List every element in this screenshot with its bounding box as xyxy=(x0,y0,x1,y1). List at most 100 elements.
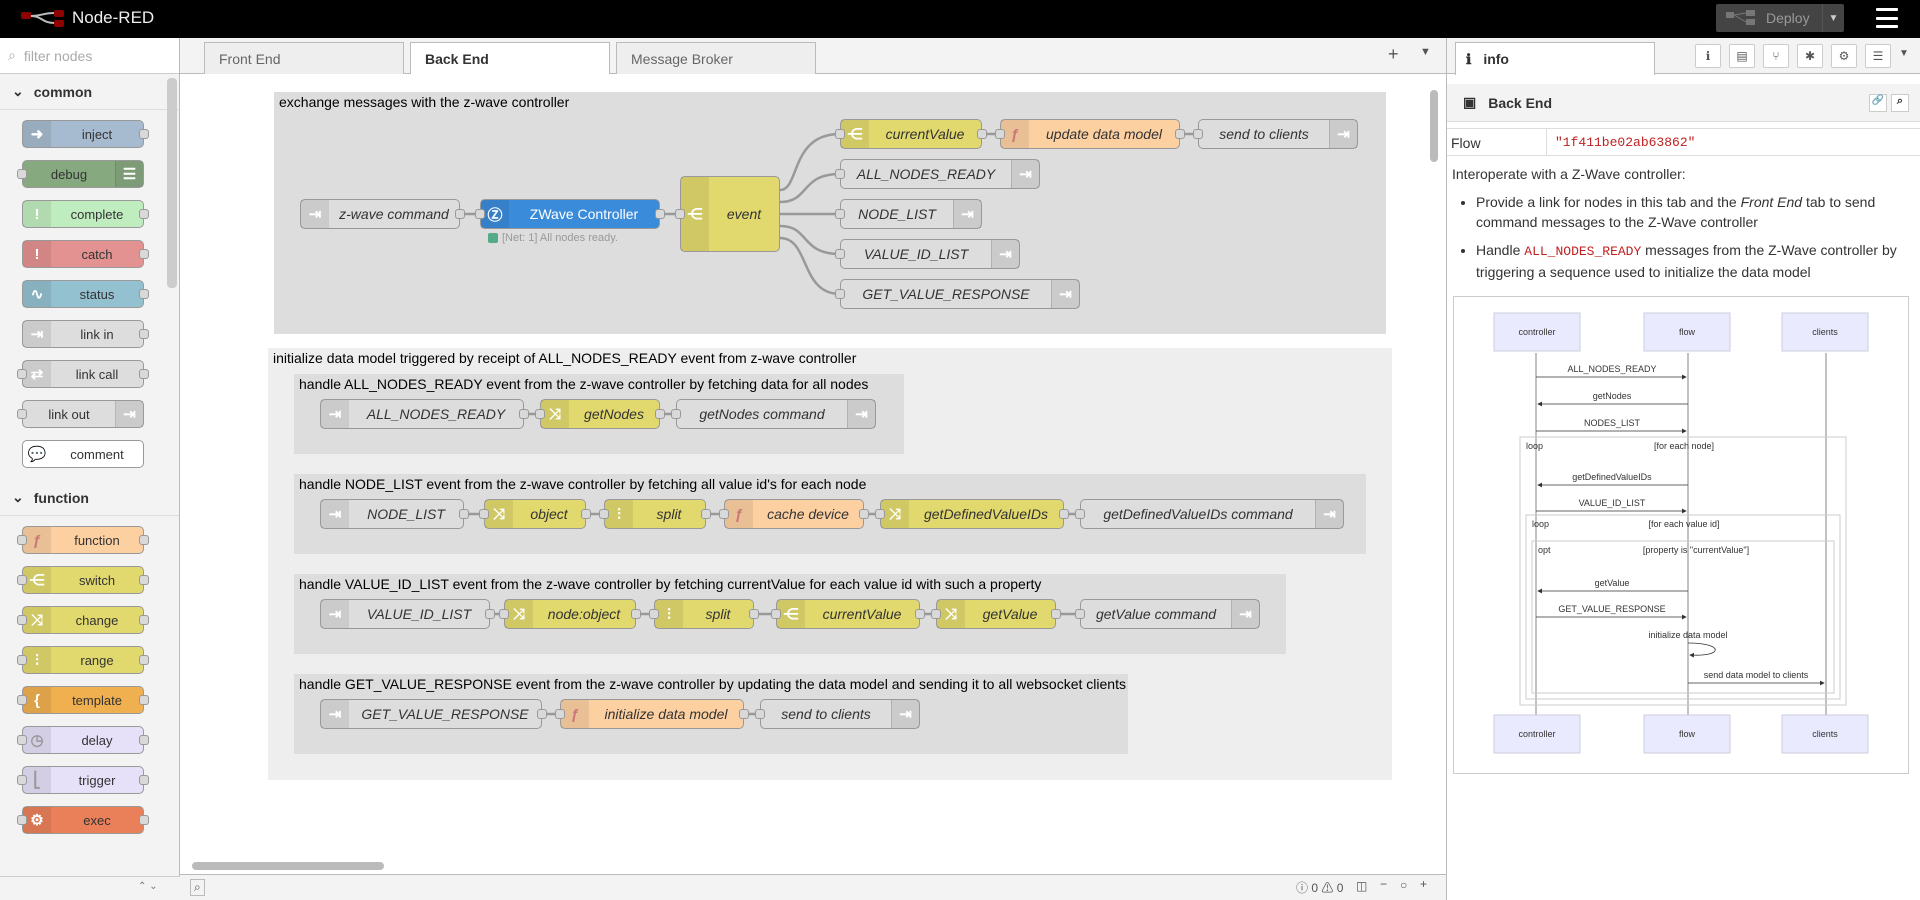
palette-node-trigger[interactable]: ⎣ trigger xyxy=(17,766,149,794)
node-value-id-list-out[interactable]: VALUE_ID_LIST ⇥ xyxy=(835,239,1020,269)
error-count[interactable]: ⓘ 0 ⚠ 0 xyxy=(1296,879,1343,896)
tab-message-broker[interactable]: Message Broker xyxy=(616,42,816,74)
palette-node-change[interactable]: ⤨ change xyxy=(17,606,149,634)
deploy-icon xyxy=(1726,10,1755,25)
link-out-icon: ⇥ xyxy=(1011,160,1039,188)
node-getdefinedvalueids-change[interactable]: ⤨ getDefinedValueIDs xyxy=(875,499,1069,529)
switch-icon: ⋲ xyxy=(681,177,709,251)
node-label: catch xyxy=(81,246,113,262)
zoom-in-icon[interactable]: + xyxy=(1420,877,1427,891)
change-icon: ⤨ xyxy=(485,500,513,528)
node-node-list-in[interactable]: ⇥ NODE_LIST xyxy=(320,499,469,529)
node-all-nodes-ready-in[interactable]: ⇥ ALL_NODES_READY xyxy=(320,399,529,429)
palette-footer: ⌃ ⌄ xyxy=(0,876,180,900)
sidebar-tabs: ℹ info ℹ ▤ ⑂ ✱ ⚙ ☰ ▼ xyxy=(1447,38,1920,75)
change-icon: ⤨ xyxy=(881,500,909,528)
palette-node-delay[interactable]: ◷ delay xyxy=(17,726,149,754)
zoom-reset-icon[interactable]: ○ xyxy=(1400,878,1407,892)
palette-node-function[interactable]: ƒ function xyxy=(17,526,149,554)
main-menu-icon[interactable] xyxy=(1876,8,1898,28)
git-branch-icon[interactable]: ⑂ xyxy=(1763,44,1789,68)
palette-category-common[interactable]: ⌄ common xyxy=(0,74,179,110)
node-split[interactable]: ⫶ split xyxy=(599,499,711,529)
palette-node-link-out[interactable]: link out ⇥ xyxy=(17,400,144,428)
palette-node-inject[interactable]: ➜ inject xyxy=(22,120,149,148)
palette-scrollbar[interactable] xyxy=(167,78,177,288)
palette-node-comment[interactable]: 💬 comment xyxy=(22,440,144,468)
deploy-button[interactable]: Deploy ▼ xyxy=(1716,4,1844,32)
message-label: initialize data model xyxy=(1648,630,1727,640)
filter-nodes-input[interactable]: filter nodes xyxy=(24,48,92,64)
tab-back-end[interactable]: Back End xyxy=(410,42,610,75)
node-all-nodes-ready-out[interactable]: ALL_NODES_READY ⇥ xyxy=(835,159,1040,189)
tab-front-end[interactable]: Front End xyxy=(204,42,404,74)
node-initialize-data-model[interactable]: ƒ initialize data model xyxy=(555,699,749,729)
change-icon: ⤨ xyxy=(541,400,569,428)
node-getdefinedvalueids-command[interactable]: getDefinedValueIDs command ⇥ xyxy=(1075,499,1344,529)
node-get-value-response-out[interactable]: GET_VALUE_RESPONSE ⇥ xyxy=(835,279,1080,309)
node-label: split xyxy=(656,506,682,522)
node-currentvalue-switch-2[interactable]: ⋲ currentValue xyxy=(771,599,925,629)
node-label: getDefinedValueIDs command xyxy=(1103,506,1293,522)
node-send-to-clients-2[interactable]: send to clients ⇥ xyxy=(755,699,920,729)
node-get-value-response-in[interactable]: ⇥ GET_VALUE_RESPONSE xyxy=(320,699,547,729)
sidebar-tab-info[interactable]: ℹ info xyxy=(1455,42,1655,75)
chevron-down-icon[interactable]: ▼ xyxy=(1899,48,1909,59)
node-getnodes-command[interactable]: getNodes command ⇥ xyxy=(671,399,876,429)
palette-node-debug[interactable]: debug ☰ xyxy=(17,160,144,188)
deploy-dropdown-icon[interactable]: ▼ xyxy=(1822,4,1844,32)
node-zwave-controller[interactable]: Ⓩ ZWave Controller xyxy=(475,199,665,229)
palette-node-template[interactable]: {template xyxy=(17,686,149,714)
vertical-scrollbar[interactable] xyxy=(1430,90,1438,162)
loop-label: loop xyxy=(1532,519,1549,529)
gear-icon[interactable]: ⚙ xyxy=(1831,44,1857,68)
node-getnodes-change[interactable]: ⤨ getNodes xyxy=(535,399,665,429)
link-icon[interactable]: 🔗 xyxy=(1869,94,1887,112)
palette-node-status[interactable]: ∿ status xyxy=(22,280,149,308)
node-event-switch[interactable]: ⋲ event xyxy=(675,176,780,252)
node-label: update data model xyxy=(1046,126,1162,142)
node-label: split xyxy=(705,606,731,622)
node-send-to-clients[interactable]: send to clients ⇥ xyxy=(1193,119,1358,149)
tab-list-dropdown-icon[interactable]: ▼ xyxy=(1420,46,1431,58)
palette-node-link-in[interactable]: ⇥ link in xyxy=(22,320,149,348)
node-getvalue-command[interactable]: getValue command ⇥ xyxy=(1075,599,1260,629)
gear-icon: ⚙ xyxy=(23,807,51,833)
node-cache-device[interactable]: ƒ cache device xyxy=(719,499,869,529)
node-update-data-model[interactable]: ƒ update data model xyxy=(995,119,1185,149)
node-split-2[interactable]: ⫶ split xyxy=(649,599,759,629)
palette-category-function[interactable]: ⌄ function xyxy=(0,480,179,516)
info-icon[interactable]: ℹ xyxy=(1695,44,1721,68)
node-status: [Net: 1] All nodes ready. xyxy=(488,232,618,244)
database-icon[interactable]: ☰ xyxy=(1865,44,1891,68)
node-node-list-out[interactable]: NODE_LIST ⇥ xyxy=(835,199,982,229)
node-zwave-command[interactable]: ⇥ z-wave command xyxy=(300,199,465,229)
node-node-object-change[interactable]: ⤨ node:object xyxy=(499,599,641,629)
palette-node-range[interactable]: ⫶ range xyxy=(17,646,149,674)
palette-node-link-call[interactable]: ⇄ link call xyxy=(17,360,149,388)
link-out-icon: ⇥ xyxy=(1315,500,1343,528)
add-tab-icon[interactable]: + xyxy=(1388,44,1399,65)
workspace-footer: ⌕ ⓘ 0 ⚠ 0 ◫ − ○ + xyxy=(180,874,1446,900)
debug-icon: ☰ xyxy=(115,161,143,187)
collapse-all-icon[interactable]: ⌃ ⌄ xyxy=(138,881,158,892)
node-getvalue-change[interactable]: ⤨ getValue xyxy=(931,599,1061,629)
navigator-icon[interactable]: ◫ xyxy=(1356,879,1367,893)
workspace-canvas[interactable]: exchange messages with the z-wave contro… xyxy=(180,74,1446,874)
palette-filter[interactable]: ⌕ filter nodes xyxy=(0,38,179,74)
sidebar-tab-label: info xyxy=(1483,51,1509,67)
palette-node-catch[interactable]: ! catch xyxy=(22,240,149,268)
palette-node-switch[interactable]: ⋲ switch xyxy=(17,566,149,594)
node-value-id-list-in[interactable]: ⇥ VALUE_ID_LIST xyxy=(320,599,495,629)
search-flows-icon[interactable]: ⌕ xyxy=(190,879,205,896)
bug-icon[interactable]: ✱ xyxy=(1797,44,1823,68)
horizontal-scrollbar[interactable] xyxy=(192,862,384,870)
search-icon[interactable]: ⌕ xyxy=(1891,94,1909,112)
palette-node-complete[interactable]: ! complete xyxy=(22,200,149,228)
message-label: getNodes xyxy=(1593,391,1632,401)
zoom-out-icon[interactable]: − xyxy=(1380,877,1387,891)
book-icon[interactable]: ▤ xyxy=(1729,44,1755,68)
node-currentvalue-switch[interactable]: ⋲ currentValue xyxy=(835,119,987,149)
node-object-change[interactable]: ⤨ object xyxy=(479,499,591,529)
palette-node-exec[interactable]: ⚙ exec xyxy=(17,806,149,834)
